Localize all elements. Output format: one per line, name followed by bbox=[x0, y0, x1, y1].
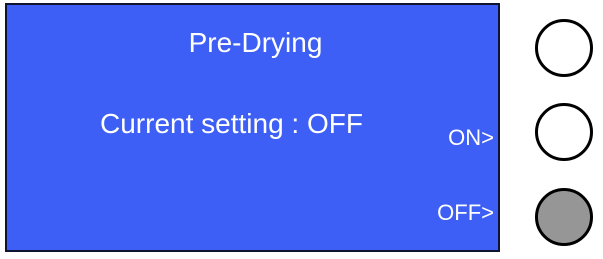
screen-title: Pre-Drying bbox=[188, 27, 323, 58]
on-softkey-label: ON> bbox=[448, 125, 494, 150]
top-hardware-button[interactable] bbox=[535, 19, 593, 77]
off-hardware-button[interactable] bbox=[535, 188, 593, 246]
off-softkey-label: OFF> bbox=[437, 200, 494, 225]
on-hardware-button[interactable] bbox=[535, 103, 593, 161]
current-setting-text: Current setting : OFF bbox=[100, 108, 363, 139]
display-screen: Pre-Drying Current setting : OFF ON> OFF… bbox=[5, 3, 500, 252]
